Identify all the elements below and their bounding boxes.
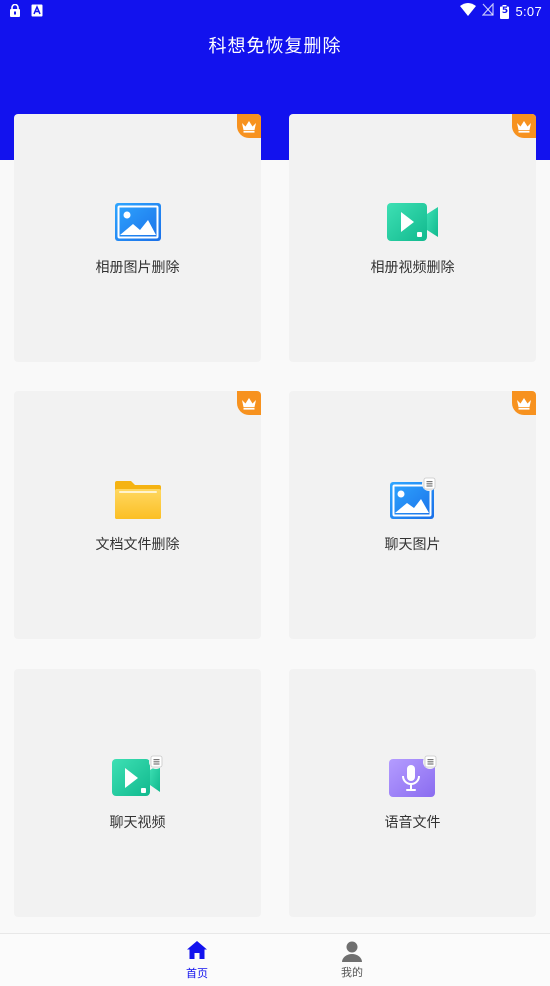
keyboard-a-icon	[31, 4, 43, 17]
card-label: 文档文件删除	[95, 537, 180, 553]
battery-level: 5	[501, 5, 509, 16]
card-chat-video[interactable]: 聊天视频	[14, 669, 261, 917]
crown-icon	[242, 121, 256, 133]
battery-icon: 5	[500, 4, 510, 19]
card-label: 相册图片删除	[95, 260, 180, 276]
chat-image-icon	[388, 477, 438, 521]
nav-label-profile: 我的	[341, 966, 363, 979]
nav-item-profile[interactable]: 我的	[322, 940, 382, 980]
nav-item-home[interactable]: 首页	[167, 940, 227, 981]
crown-icon	[517, 121, 531, 133]
status-bar: 5 5:07	[0, 0, 550, 24]
folder-icon	[113, 477, 163, 521]
image-icon	[113, 200, 163, 244]
card-voice-file[interactable]: 语音文件	[289, 669, 536, 917]
card-album-video-delete[interactable]: 相册视频删除	[289, 114, 536, 362]
page-title: 科想免恢复删除	[208, 36, 342, 57]
card-label: 语音文件	[384, 815, 441, 831]
chat-video-icon	[111, 755, 165, 799]
vip-crown-badge	[237, 114, 261, 138]
card-label: 相册视频删除	[370, 260, 455, 276]
vip-crown-badge	[512, 391, 536, 415]
home-icon	[187, 941, 207, 959]
status-time: 5:07	[515, 4, 542, 19]
no-signal-icon	[482, 2, 495, 20]
voice-file-icon	[388, 755, 438, 799]
card-album-image-delete[interactable]: 相册图片删除	[14, 114, 261, 362]
crown-icon	[242, 398, 256, 410]
profile-icon	[342, 941, 362, 962]
nav-label-home: 首页	[186, 967, 208, 980]
video-icon	[386, 200, 440, 244]
lock-icon	[9, 3, 21, 17]
bottom-nav: 首页 我的	[0, 933, 550, 986]
card-label: 聊天图片	[384, 537, 441, 553]
card-chat-image[interactable]: 聊天图片	[289, 391, 536, 639]
crown-icon	[517, 398, 531, 410]
card-document-file-delete[interactable]: 文档文件删除	[14, 391, 261, 639]
vip-crown-badge	[237, 391, 261, 415]
wifi-icon	[460, 3, 477, 20]
card-label: 聊天视频	[109, 815, 166, 831]
vip-crown-badge	[512, 114, 536, 138]
